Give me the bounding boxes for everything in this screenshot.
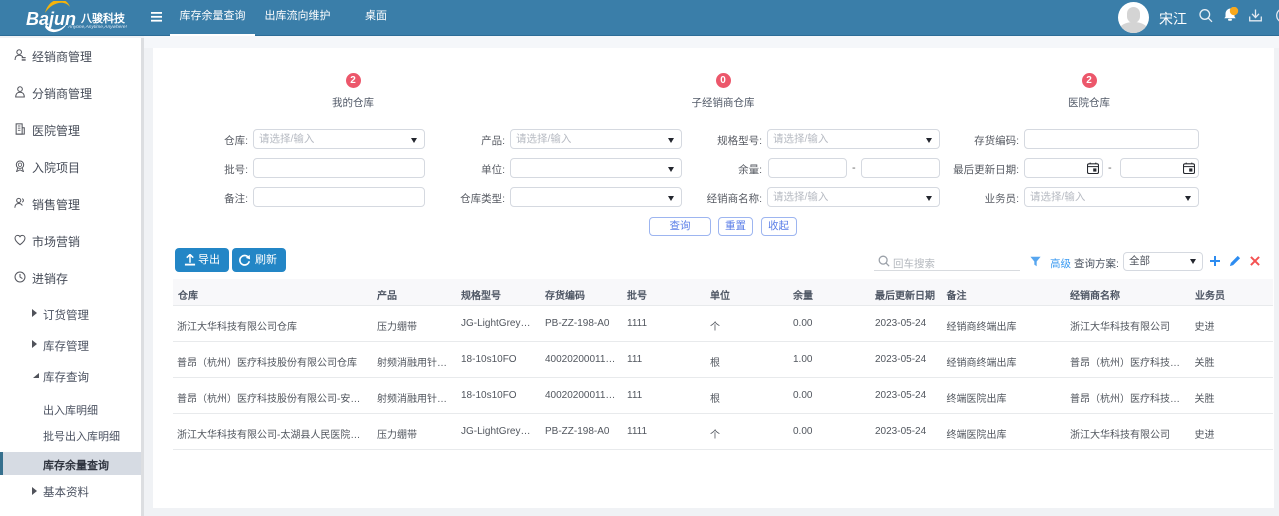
svg-text:Anyone,Anytime,Anywhere!: Anyone,Anytime,Anywhere!: [67, 24, 128, 30]
svg-text:八骏科技: 八骏科技: [80, 11, 126, 25]
